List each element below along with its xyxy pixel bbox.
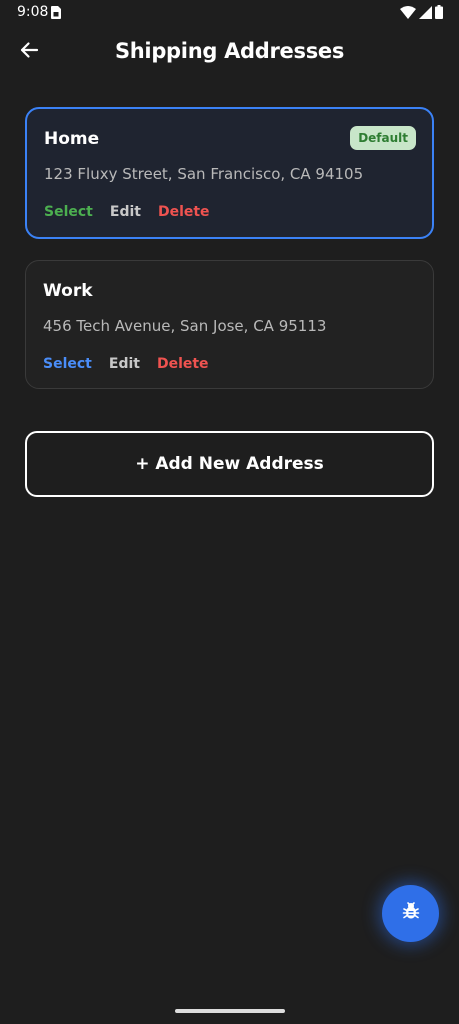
- status-icons: [400, 5, 443, 24]
- edit-button[interactable]: Edit: [109, 356, 140, 372]
- address-text: 123 Fluxy Street, San Francisco, CA 9410…: [44, 165, 364, 183]
- select-button[interactable]: Select: [43, 356, 92, 372]
- status-time: 9:08: [17, 4, 49, 20]
- battery-icon: [435, 5, 443, 24]
- cell-signal-icon: [419, 5, 432, 24]
- debug-fab-button[interactable]: [382, 885, 439, 942]
- page-title: Shipping Addresses: [114, 39, 345, 63]
- wifi-icon: [400, 5, 416, 24]
- address-card-home[interactable]: Home Default 123 Fluxy Street, San Franc…: [25, 107, 434, 239]
- home-indicator[interactable]: [175, 1009, 285, 1013]
- address-name: Work: [43, 281, 93, 301]
- address-text: 456 Tech Avenue, San Jose, CA 95113: [43, 317, 327, 335]
- address-card-work[interactable]: Work 456 Tech Avenue, San Jose, CA 95113…: [25, 260, 434, 389]
- address-actions: Select Edit Delete: [43, 356, 209, 372]
- bug-icon: [401, 901, 421, 926]
- add-new-address-button[interactable]: + Add New Address: [25, 431, 434, 497]
- delete-button[interactable]: Delete: [157, 356, 209, 372]
- select-button[interactable]: Select: [44, 204, 93, 220]
- sim-card-icon: [51, 6, 61, 19]
- address-name: Home: [44, 129, 100, 149]
- address-actions: Select Edit Delete: [44, 204, 210, 220]
- default-badge: Default: [350, 126, 416, 150]
- app-bar: Shipping Addresses: [0, 26, 459, 82]
- delete-button[interactable]: Delete: [158, 204, 210, 220]
- edit-button[interactable]: Edit: [110, 204, 141, 220]
- status-bar: 9:08: [0, 0, 459, 26]
